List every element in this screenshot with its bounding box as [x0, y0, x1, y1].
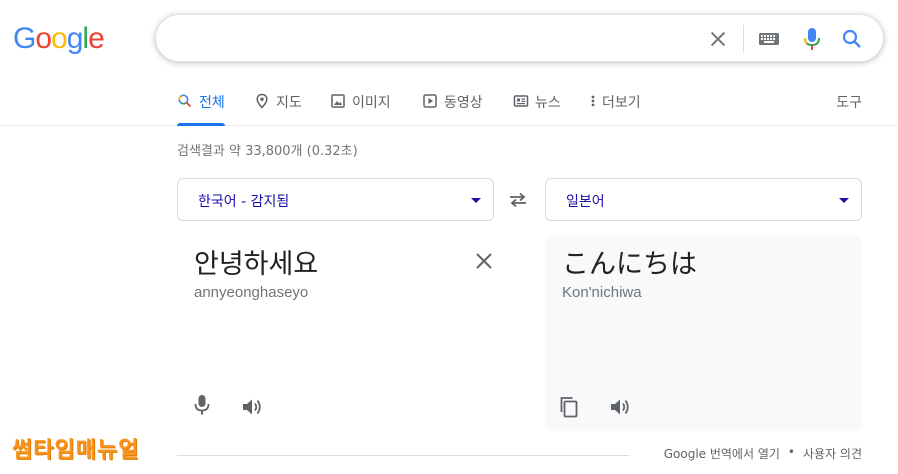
copy-icon[interactable]	[558, 395, 580, 419]
tab-all[interactable]: 전체	[177, 88, 225, 126]
watermark: 썸타임매뉴얼	[12, 438, 140, 463]
keyboard-icon[interactable]	[758, 30, 780, 48]
tab-label: 전체	[199, 95, 225, 111]
tools-button[interactable]: 도구	[836, 92, 862, 112]
clear-text-icon[interactable]	[473, 250, 495, 272]
search-box	[155, 14, 884, 62]
logo-letter: G	[13, 22, 36, 55]
speaker-icon[interactable]	[608, 395, 632, 419]
search-divider	[743, 25, 744, 53]
clear-icon[interactable]	[707, 28, 729, 50]
divider	[177, 455, 629, 456]
tab-videos[interactable]: 동영상	[422, 88, 483, 126]
tab-more[interactable]: 더보기	[590, 88, 641, 126]
target-text-panel: こんにちは Kon'nichiwa	[545, 236, 862, 431]
tab-label: 뉴스	[535, 95, 561, 111]
tab-label: 동영상	[444, 95, 483, 111]
result-stats: 검색결과 약 33,800개 (0.32초)	[177, 144, 358, 159]
target-language-label: 일본어	[566, 194, 605, 210]
logo-letter: e	[88, 22, 105, 55]
source-text[interactable]: 안녕하세요	[194, 242, 318, 281]
source-language-select[interactable]: 한국어 - 감지됨	[177, 178, 494, 221]
search-input[interactable]	[176, 28, 676, 50]
logo-letter: o	[35, 22, 52, 55]
tab-maps[interactable]: 지도	[254, 88, 302, 126]
target-language-select[interactable]: 일본어	[545, 178, 862, 221]
tab-label: 지도	[276, 95, 302, 111]
tab-label: 이미지	[352, 95, 391, 111]
news-icon	[513, 95, 529, 107]
source-language-label: 한국어 - 감지됨	[198, 194, 290, 210]
tab-images[interactable]: 이미지	[330, 88, 391, 126]
video-icon	[423, 94, 437, 108]
microphone-icon[interactable]	[801, 26, 823, 52]
microphone-icon[interactable]	[192, 393, 212, 417]
chevron-down-icon	[839, 198, 849, 203]
translated-text: こんにちは	[562, 249, 697, 280]
swap-languages-icon[interactable]	[507, 189, 529, 211]
open-in-translate-link[interactable]: Google 번역에서 열기	[664, 445, 780, 462]
feedback-link[interactable]: 사용자 의견	[803, 445, 862, 462]
search-tabs: 전체 지도 이미지 동영상 뉴스 더보기 도구	[0, 88, 898, 126]
source-text-panel[interactable]: 안녕하세요 annyeonghaseyo	[177, 236, 494, 431]
source-romanization: annyeonghaseyo	[194, 284, 309, 301]
tab-label: 더보기	[602, 95, 641, 111]
footer-separator: •	[787, 445, 795, 459]
tab-news[interactable]: 뉴스	[513, 88, 561, 126]
translate-footer: Google 번역에서 열기 • 사용자 의견	[664, 445, 862, 462]
logo-letter: g	[66, 22, 84, 55]
more-icon	[591, 95, 595, 107]
search-icon[interactable]	[840, 27, 864, 51]
translated-romanization: Kon'nichiwa	[562, 284, 642, 301]
speaker-icon[interactable]	[240, 395, 264, 419]
search-icon	[178, 94, 192, 108]
google-logo[interactable]: Google	[13, 22, 105, 56]
logo-letter: o	[51, 22, 68, 55]
map-pin-icon	[256, 93, 268, 109]
image-icon	[331, 94, 345, 108]
chevron-down-icon	[471, 198, 481, 203]
